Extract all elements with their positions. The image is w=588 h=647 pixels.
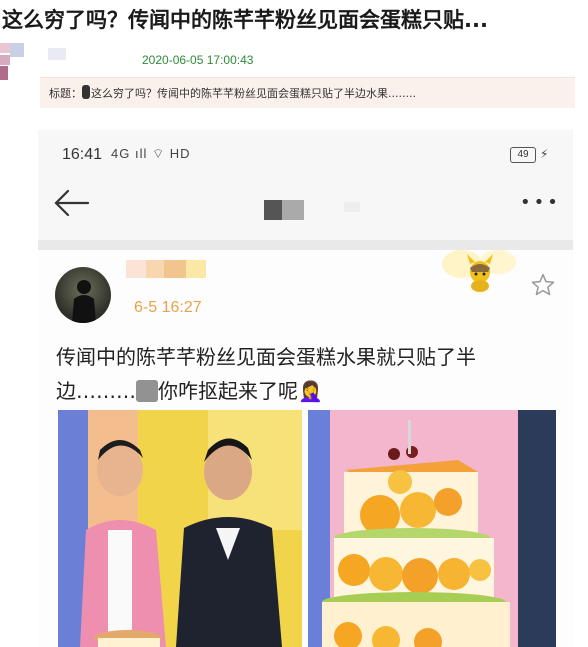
post-text-line1: 传闻中的陈芊芊粉丝见面会蛋糕水果就只贴了半 bbox=[56, 345, 476, 369]
user-avatar[interactable] bbox=[55, 267, 111, 323]
post-body: 传闻中的陈芊芊粉丝见面会蛋糕水果就只贴了半 边……… 你咋抠起来了呢🤦‍♀️ bbox=[56, 340, 556, 408]
signal-indicators: 4G ıll ⌔ HD bbox=[111, 146, 191, 161]
charging-icon: ⚡ bbox=[540, 147, 549, 161]
star-icon[interactable] bbox=[530, 272, 556, 302]
subject-label: 标题： bbox=[49, 87, 82, 100]
pikachu-sticker-icon bbox=[440, 246, 518, 298]
more-dots-icon[interactable]: ••• bbox=[520, 192, 561, 213]
battery-icon: 49 bbox=[510, 147, 536, 163]
article-headline: 这么穷了吗？传闻中的陈芊芊粉丝见面会蛋糕只贴... bbox=[2, 8, 488, 32]
post-photo-left[interactable] bbox=[58, 410, 302, 647]
subject-text: 这么穷了吗？传闻中的陈芊芊粉丝见面会蛋糕只贴了半边水果........ bbox=[91, 87, 416, 100]
phone-nav-bar bbox=[38, 182, 573, 240]
post-text-line2: 边……… 你咋抠起来了呢🤦‍♀️ bbox=[56, 374, 556, 408]
subject-line: 标题： 这么穷了吗？传闻中的陈芊芊粉丝见面会蛋糕只贴了半边水果........ bbox=[49, 85, 416, 101]
facepalm-emoji: 🤦‍♀️ bbox=[298, 379, 323, 403]
post-time: 6-5 16:27 bbox=[134, 299, 202, 316]
redaction-block bbox=[82, 85, 90, 99]
post-text-line2-start: 边……… bbox=[56, 379, 136, 403]
pixelated-mention bbox=[136, 380, 158, 402]
back-arrow-icon[interactable] bbox=[52, 188, 92, 222]
status-time: 16:41 bbox=[62, 146, 103, 163]
post-text-line2-end: 你咋抠起来了呢 bbox=[158, 379, 298, 403]
post-photo-right[interactable] bbox=[308, 410, 556, 647]
post-timestamp: 2020-06-05 17:00:43 bbox=[142, 53, 254, 67]
